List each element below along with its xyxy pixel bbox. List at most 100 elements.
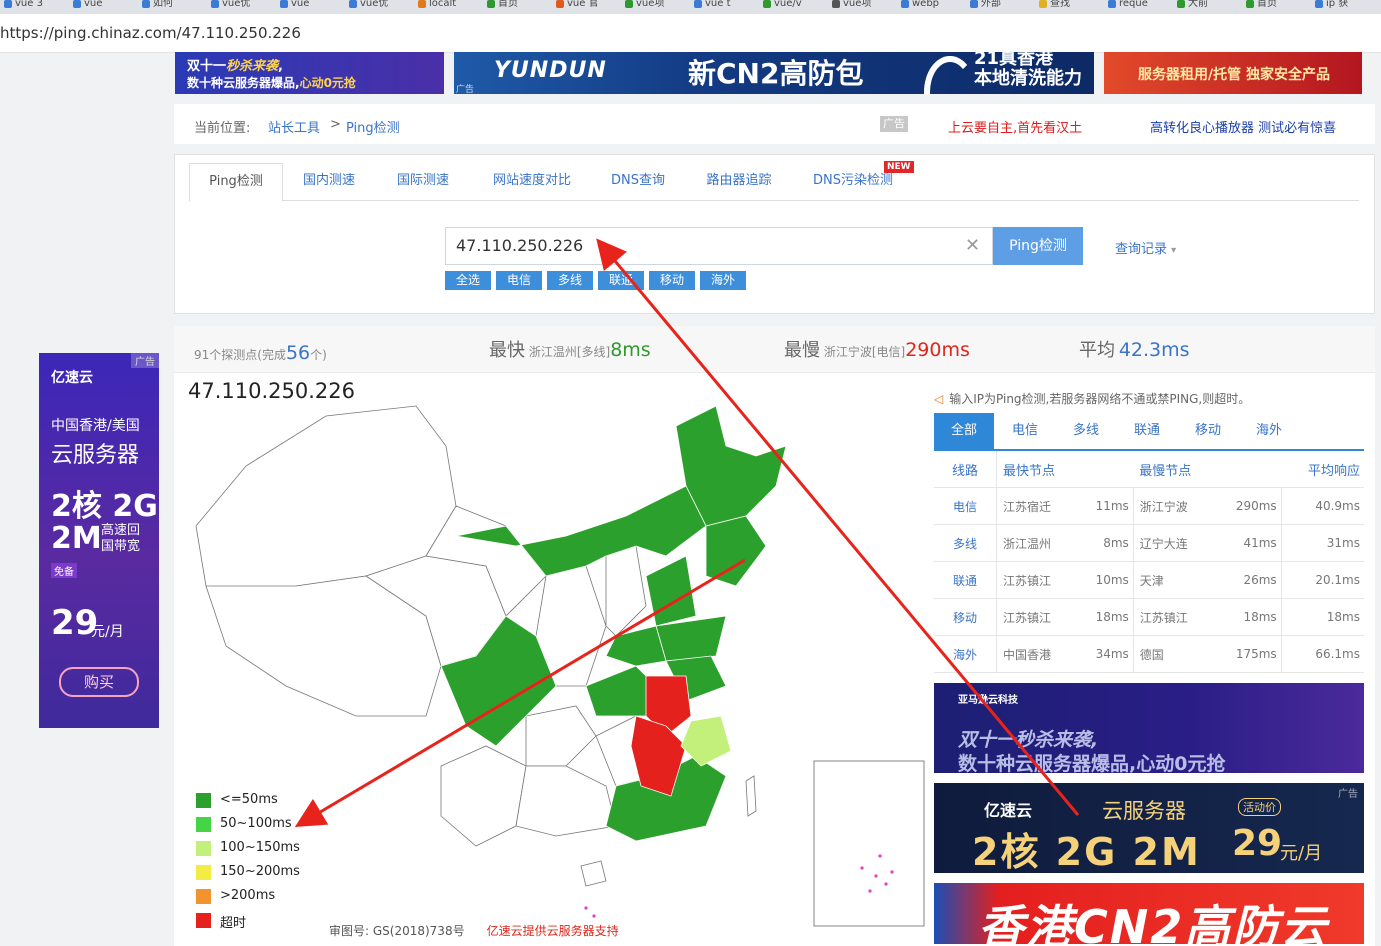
bookmark-favicon-icon xyxy=(1246,0,1254,8)
bookmark-item[interactable]: 首页 xyxy=(487,0,567,14)
chip-telecom[interactable]: 电信 xyxy=(496,271,542,290)
promo-link-red[interactable]: 上云要自主,首先看汉土 xyxy=(948,117,1082,136)
chip-overseas[interactable]: 海外 xyxy=(700,271,746,290)
legend-item: 100~150ms xyxy=(196,839,316,859)
bookmark-item[interactable]: 首页 xyxy=(1246,0,1326,14)
bookmark-favicon-icon xyxy=(832,0,840,8)
ad-yisu-cloud[interactable]: 亿速云 云服务器 活动价 2核 2G 2M 29 元/月 广告 xyxy=(934,783,1364,873)
bookmark-item[interactable]: reque xyxy=(1108,0,1188,14)
row-avg: 20.1ms xyxy=(1281,561,1364,599)
search-input[interactable]: 47.110.250.226 ✕ xyxy=(445,227,993,265)
close-icon[interactable]: ✕ xyxy=(965,237,980,255)
bookmark-item[interactable]: vue xyxy=(280,0,360,14)
bookmark-item[interactable]: vue优 xyxy=(349,0,429,14)
promo-link-blue[interactable]: 高转化良心播放器 测试必有惊喜 xyxy=(1150,117,1336,136)
banner-hosting[interactable]: 服务器租用/托管 独家安全产品 xyxy=(1104,52,1362,94)
row-slow-node: 德国 xyxy=(1133,635,1214,673)
bookmark-label: 外部 xyxy=(981,0,1001,9)
stats-bar: 91个探测点(完成56个) 最快 浙江温州[多线]8ms 最慢 浙江宁波[电信]… xyxy=(174,326,1375,373)
bookmark-item[interactable]: vue/v xyxy=(763,0,843,14)
breadcrumb-link-ping[interactable]: Ping检测 xyxy=(346,117,400,136)
row-isp: 海外 xyxy=(934,635,997,673)
probe-count: 91个探测点(完成56个) xyxy=(194,342,327,364)
buy-button[interactable]: 购买 xyxy=(59,667,139,697)
search-input-value[interactable]: 47.110.250.226 xyxy=(456,236,583,255)
address-bar[interactable]: https://ping.chinaz.com/47.110.250.226 xyxy=(0,14,1381,53)
island-dot xyxy=(890,870,894,874)
breadcrumb: 当前位置: 站长工具 > Ping检测 广告 上云要自主,首先看汉土 高转化良心… xyxy=(174,104,1375,144)
legend-label: 150~200ms xyxy=(220,864,300,879)
island-dot xyxy=(884,882,888,886)
bookmark-favicon-icon xyxy=(1177,0,1185,8)
chip-multiline[interactable]: 多线 xyxy=(547,271,593,290)
legend-item: 超时 xyxy=(196,911,316,931)
bookmark-item[interactable]: 如何 xyxy=(142,0,222,14)
table-header-row: 线路 最快节点 最慢节点 平均响应 xyxy=(934,451,1364,488)
row-fast-node: 江苏宿迁 xyxy=(996,487,1078,525)
banner-yundun[interactable]: YUNDUN 广告 新CN2高防包 21真香港 本地清洗能力 xyxy=(454,52,1094,94)
isp-tab-multiline[interactable]: 多线 xyxy=(1056,413,1116,449)
url-text[interactable]: https://ping.chinaz.com/47.110.250.226 xyxy=(0,24,301,42)
bookmark-item[interactable]: vue 3 xyxy=(4,0,84,14)
bookmark-item[interactable]: vue优 xyxy=(211,0,291,14)
legend-item: <=50ms xyxy=(196,791,316,811)
isp-tab-mobile[interactable]: 移动 xyxy=(1178,413,1238,449)
ad-left-yisu[interactable]: 广告 亿速云 中国香港/美国 云服务器 2核 2G 2M 高速回 国带宽 免备 2… xyxy=(39,353,159,728)
bookmark-item[interactable]: 大前 xyxy=(1177,0,1257,14)
new-badge: NEW xyxy=(884,161,914,173)
legend-label: 100~150ms xyxy=(220,840,300,855)
tab-domestic-speed[interactable]: 国内测速 xyxy=(283,163,375,199)
banner-double-eleven[interactable]: 双十一秒杀来袭, 数十种云服务器爆品,心动0元抢 xyxy=(175,52,444,94)
china-ping-map[interactable] xyxy=(186,386,926,946)
bookmark-item[interactable]: localt xyxy=(418,0,498,14)
chip-unicom[interactable]: 联通 xyxy=(598,271,644,290)
bookmark-item[interactable]: vue t xyxy=(694,0,774,14)
bookmark-label: 首页 xyxy=(1257,0,1277,9)
bookmark-label: vue项 xyxy=(636,0,665,9)
table-row: 海外 中国香港 34ms 德国 175ms 66.1ms xyxy=(934,635,1364,673)
isp-tab-overseas[interactable]: 海外 xyxy=(1239,413,1299,449)
slowest-stat: 最慢 浙江宁波[电信]290ms xyxy=(784,339,970,361)
bookmark-item[interactable]: webp xyxy=(901,0,981,14)
isp-summary-table: 线路 最快节点 最慢节点 平均响应 电信 江苏宿迁 11ms 浙江宁波 290m… xyxy=(934,451,1364,673)
tab-ping[interactable]: Ping检测 xyxy=(189,163,283,202)
bookmark-label: vue xyxy=(291,0,310,9)
map-region-jilin-liaoning xyxy=(705,515,767,587)
island-dot xyxy=(874,874,878,878)
bookmark-label: 如何 xyxy=(153,0,173,9)
banner-text: 服务器租用/托管 独家安全产品 xyxy=(1138,67,1330,83)
isp-tab-unicom[interactable]: 联通 xyxy=(1117,413,1177,449)
row-fast-ms: 34ms xyxy=(1077,635,1134,673)
chip-all[interactable]: 全选 xyxy=(445,271,491,290)
bookmark-item[interactable]: 外部 xyxy=(970,0,1050,14)
bookmark-item[interactable]: vue项 xyxy=(625,0,705,14)
bookmark-item[interactable]: vue项 xyxy=(832,0,912,14)
banner-headline: 新CN2高防包 xyxy=(688,57,864,90)
map-region-taiwan xyxy=(745,775,757,817)
yisu-logo: 亿速云 xyxy=(984,801,1033,820)
bookmark-favicon-icon xyxy=(418,0,426,8)
ad-spec: 2核 2G 2M xyxy=(972,830,1201,873)
isp-tab-telecom[interactable]: 电信 xyxy=(995,413,1055,449)
chip-mobile[interactable]: 移动 xyxy=(649,271,695,290)
tab-traceroute[interactable]: 路由器追踪 xyxy=(683,163,795,199)
bookmark-item[interactable]: vue xyxy=(73,0,153,14)
bookmark-item[interactable]: vue 官 xyxy=(556,0,636,14)
sponsor-link[interactable]: 亿速云提供云服务器支持 xyxy=(487,924,619,938)
tab-international-speed[interactable]: 国际测速 xyxy=(377,163,469,199)
tool-tabs: Ping检测 国内测速 国际测速 网站速度对比 DNS查询 路由器追踪 DNS污… xyxy=(189,161,1359,202)
bookmark-label: vue/v xyxy=(774,0,802,9)
bookmark-item[interactable]: 查找 xyxy=(1039,0,1119,14)
ad-aws[interactable]: 亚马逊云科技 双十一秒杀来袭, 数十种云服务器爆品,心动0元抢 xyxy=(934,683,1364,773)
history-dropdown[interactable]: 查询记录 ▾ xyxy=(1115,238,1176,257)
legend-label: >200ms xyxy=(220,888,276,903)
tab-site-compare[interactable]: 网站速度对比 xyxy=(471,163,593,199)
ad-hk-cn2[interactable]: 香港CN2高防云 xyxy=(934,883,1364,944)
breadcrumb-link-tools[interactable]: 站长工具 xyxy=(268,117,320,136)
bookmark-item[interactable]: ip 获 xyxy=(1315,0,1381,14)
ad-label: 广告 xyxy=(131,353,159,368)
ping-button[interactable]: Ping检测 xyxy=(993,227,1083,265)
isp-tab-all[interactable]: 全部 xyxy=(934,413,994,449)
tab-dns-query[interactable]: DNS查询 xyxy=(595,163,681,199)
row-isp: 移动 xyxy=(934,598,997,636)
